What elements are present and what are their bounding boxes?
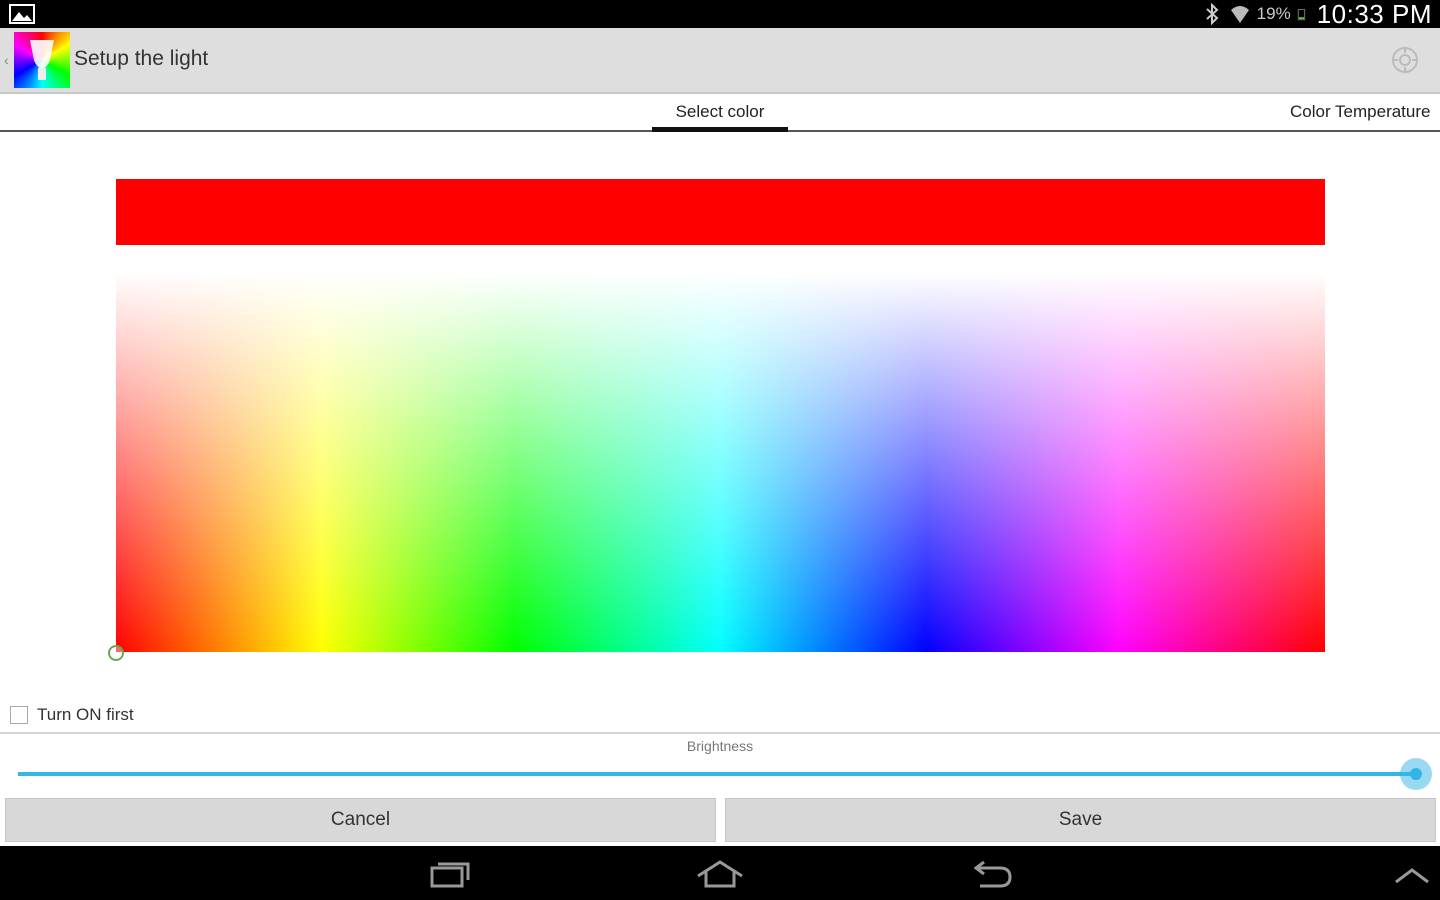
cancel-button[interactable]: Cancel (5, 798, 716, 842)
brightness-label: Brightness (686, 738, 754, 754)
up-navigation-icon[interactable]: ‹ (4, 52, 9, 68)
selected-color-preview (116, 179, 1325, 245)
page-title: Setup the light (74, 47, 209, 70)
bluetooth-icon (1206, 3, 1219, 25)
status-bar: 19% 10:33 PM (0, 0, 1440, 29)
save-button[interactable]: Save (725, 798, 1436, 842)
chevron-up-icon[interactable] (1384, 856, 1440, 892)
turn-on-first-checkbox[interactable] (10, 706, 28, 724)
recent-apps-icon[interactable] (420, 856, 480, 892)
tab-color-temperature[interactable]: Color Temperature (1290, 94, 1438, 130)
turn-on-first-label: Turn ON first (37, 705, 134, 724)
turn-on-first-row[interactable]: Turn ON first (10, 704, 134, 726)
app-bulb-icon[interactable] (14, 32, 70, 88)
tab-strip: Select color Color Temperature (0, 94, 1440, 132)
home-icon[interactable] (690, 856, 750, 892)
tab-select-color[interactable]: Select color (652, 94, 788, 132)
gallery-icon (9, 4, 35, 24)
color-picker-marker[interactable] (108, 645, 124, 661)
divider (0, 732, 1440, 734)
action-bar: ‹ Setup the light (0, 28, 1440, 94)
battery-icon (1297, 9, 1305, 21)
brightness-slider[interactable] (18, 758, 1432, 790)
wifi-icon (1230, 6, 1249, 23)
brightness-slider-thumb[interactable] (1400, 758, 1432, 790)
back-icon[interactable] (962, 856, 1022, 892)
system-nav-bar (0, 846, 1440, 900)
brightness-slider-fill (18, 772, 1416, 776)
color-spectrum-picker[interactable] (116, 272, 1325, 652)
clock: 10:33 PM (1316, 0, 1432, 29)
settings-icon[interactable] (1390, 45, 1420, 75)
battery-percent: 19% (1256, 4, 1291, 23)
